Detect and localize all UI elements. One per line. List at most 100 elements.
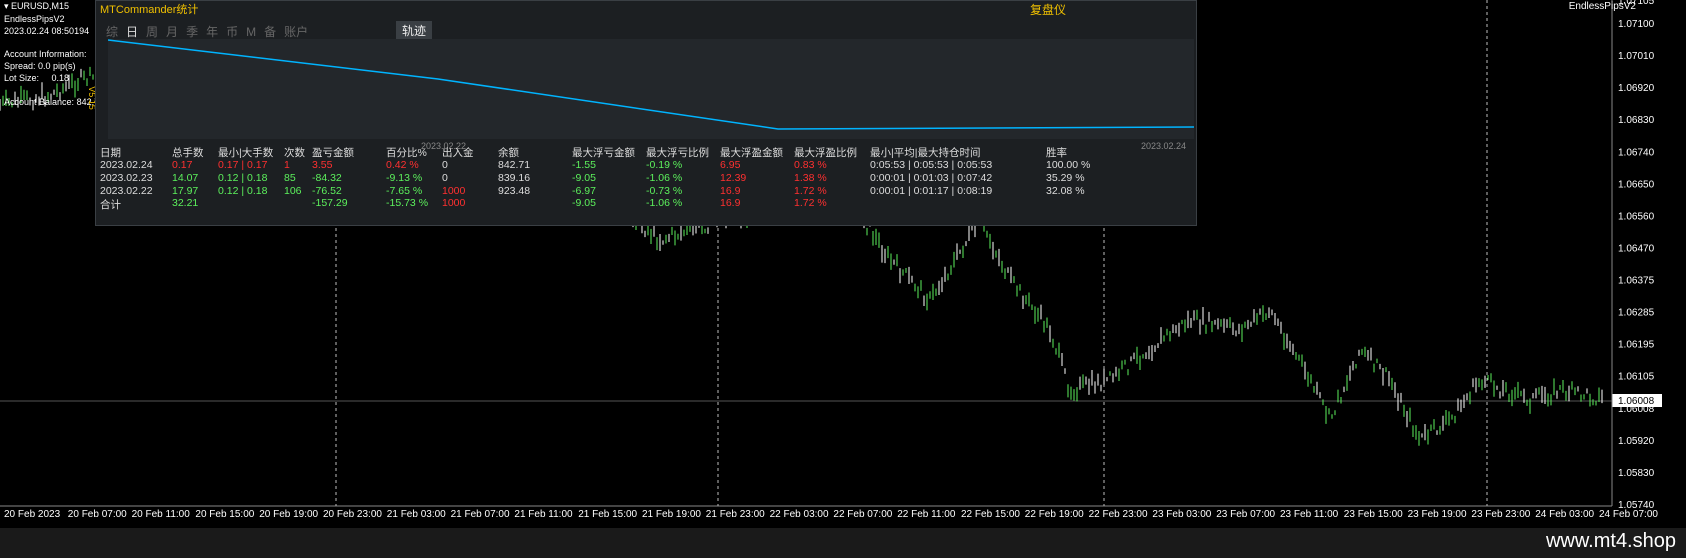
time-tick: 21 Feb 23:00 [706,509,765,520]
tab-0[interactable]: 综 [106,25,118,39]
stats-row-cell-7: 839.16 [498,172,531,184]
stats-row-cell-7: 842.71 [498,159,531,171]
stats-total-row-cell-11: 1.72 % [794,197,827,209]
time-tick: 22 Feb 07:00 [833,509,892,520]
stats-header-cell-3: 次数 [284,147,305,159]
symbol-label: ▾ EURUSD,M15 [4,1,70,11]
stats-row-cell-8: -1.55 [572,159,596,171]
price-tick: 1.06375 [1618,276,1655,287]
time-tick: 21 Feb 15:00 [578,509,637,520]
stats-row-cell-10: 6.95 [720,159,741,171]
price-tick: 1.05830 [1618,468,1655,479]
stats-row-cell-1: 17.97 [172,185,199,197]
stats-row-cell-12: 0:05:53 | 0:05:53 | 0:05:53 [870,159,993,171]
stats-header-cell-13: 胜率 [1046,147,1067,159]
stats-row-cell-13: 100.00 % [1046,159,1091,171]
time-tick: 21 Feb 19:00 [642,509,701,520]
stats-row-cell-9: -1.06 % [646,172,683,184]
tab-1[interactable]: 日 [126,25,138,39]
time-tick: 20 Feb 19:00 [259,509,318,520]
period-tabs: 综日周月季年币 M 备账户 [106,23,316,40]
stats-row-cell-10: 16.9 [720,185,741,197]
tab-4[interactable]: 季 [186,25,198,39]
stats-row-cell-3: 1 [284,159,290,171]
stats-row-cell-2: 0.12 | 0.18 [218,172,268,184]
time-tick: 23 Feb 23:00 [1471,509,1530,520]
stats-header-cell-6: 出入金 [442,147,474,159]
time-tick: 20 Feb 15:00 [195,509,254,520]
watermark: www.mt4.shop [1545,530,1676,552]
time-tick: 22 Feb 11:00 [897,509,956,520]
stats-header-cell-8: 最大浮亏金额 [572,147,635,159]
tab-8[interactable]: 备 [264,25,276,39]
time-tick: 22 Feb 19:00 [1025,509,1084,520]
stats-header-cell-4: 盈亏金额 [312,147,354,159]
panel-title: MTCommander统计 [100,4,199,16]
stats-row-cell-13: 35.29 % [1046,172,1085,184]
stats-row-cell-10: 12.39 [720,172,747,184]
time-tick: 20 Feb 07:00 [68,509,127,520]
stats-row-cell-1: 14.07 [172,172,199,184]
price-tick: 1.06830 [1618,115,1655,126]
stats-row-cell-5: -9.13 % [386,172,423,184]
stats-row-cell-4: 3.55 [312,159,333,171]
time-tick: 21 Feb 11:00 [514,509,573,520]
ea-name-right: EndlessPipsV2 [1568,1,1636,12]
stats-row-cell-12: 0:00:01 | 0:01:03 | 0:07:42 [870,172,993,184]
track-tab[interactable]: 轨迹 [396,21,433,40]
tab-3[interactable]: 月 [166,25,178,39]
tab-5[interactable]: 年 [206,25,218,39]
stats-row-cell-3: 106 [284,185,302,197]
stats-total-row-cell-4: -157.29 [312,197,348,209]
time-tick: 20 Feb 23:00 [323,509,382,520]
price-tick: 1.06195 [1618,340,1655,351]
stats-row-cell-1: 0.17 [172,159,193,171]
stats-total-row-cell-9: -1.06 % [646,197,683,209]
stats-row-cell-8: -6.97 [572,185,596,197]
stats-row-cell-5: -7.65 % [386,185,423,197]
stats-header-cell-11: 最大浮盈比例 [794,147,857,159]
stats-row-cell-0: 2023.02.23 [100,172,153,184]
time-tick: 24 Feb 03:00 [1535,509,1594,520]
time-tick: 23 Feb 03:00 [1152,509,1211,520]
tab-7[interactable]: M [246,25,256,39]
stats-row-cell-4: -84.32 [312,172,342,184]
time-tick: 24 Feb 07:00 [1599,509,1658,520]
stats-row-cell-11: 1.38 % [794,172,827,184]
price-tick: 1.06285 [1618,308,1655,319]
replay-button[interactable]: 复盘仪 [1030,1,1066,18]
time-tick: 23 Feb 15:00 [1344,509,1403,520]
time-tick: 20 Feb 11:00 [132,509,191,520]
price-tick: 1.07100 [1618,19,1655,30]
price-tick: 1.06740 [1618,147,1655,158]
tab-9[interactable]: 账户 [284,25,308,39]
stats-row-cell-11: 1.72 % [794,185,827,197]
time-tick: 23 Feb 07:00 [1216,509,1275,520]
time-tick: 21 Feb 03:00 [387,509,446,520]
equity-line [107,39,1195,130]
stats-row-cell-6: 0 [442,172,448,184]
price-tick: 1.06560 [1618,211,1655,222]
time-tick: 23 Feb 11:00 [1280,509,1339,520]
tab-2[interactable]: 周 [146,25,158,39]
price-tick: 1.06920 [1618,83,1655,94]
stats-header-cell-5: 百分比% [386,147,427,159]
price-tick: 1.05920 [1618,436,1655,447]
stats-row-cell-3: 85 [284,172,296,184]
stats-row-cell-0: 2023.02.24 [100,159,153,171]
stats-total-row-cell-1: 32.21 [172,197,199,209]
stats-row-cell-12: 0:00:01 | 0:01:17 | 0:08:19 [870,185,993,197]
time-tick: 23 Feb 19:00 [1408,509,1467,520]
stats-row-cell-9: -0.19 % [646,159,683,171]
datetime-label: 2023.02.24 08:50194 [4,26,90,36]
stats-total-row-cell-8: -9.05 [572,197,596,209]
stats-header-cell-10: 最大浮盈金额 [720,147,783,159]
stats-row-cell-0: 2023.02.22 [100,185,153,197]
stats-header-cell-1: 总手数 [172,147,204,159]
stats-panel[interactable]: MTCommander统计 复盘仪 综日周月季年币 M 备账户 轨迹 2023.02… [95,0,1197,226]
stats-row-cell-6: 1000 [442,185,466,197]
price-tick: 1.07010 [1618,51,1655,62]
tab-6[interactable]: 币 [226,25,238,39]
lot-size-label: Lot Size: 0.18 [4,73,70,83]
stats-total-row-cell-10: 16.9 [720,197,741,209]
